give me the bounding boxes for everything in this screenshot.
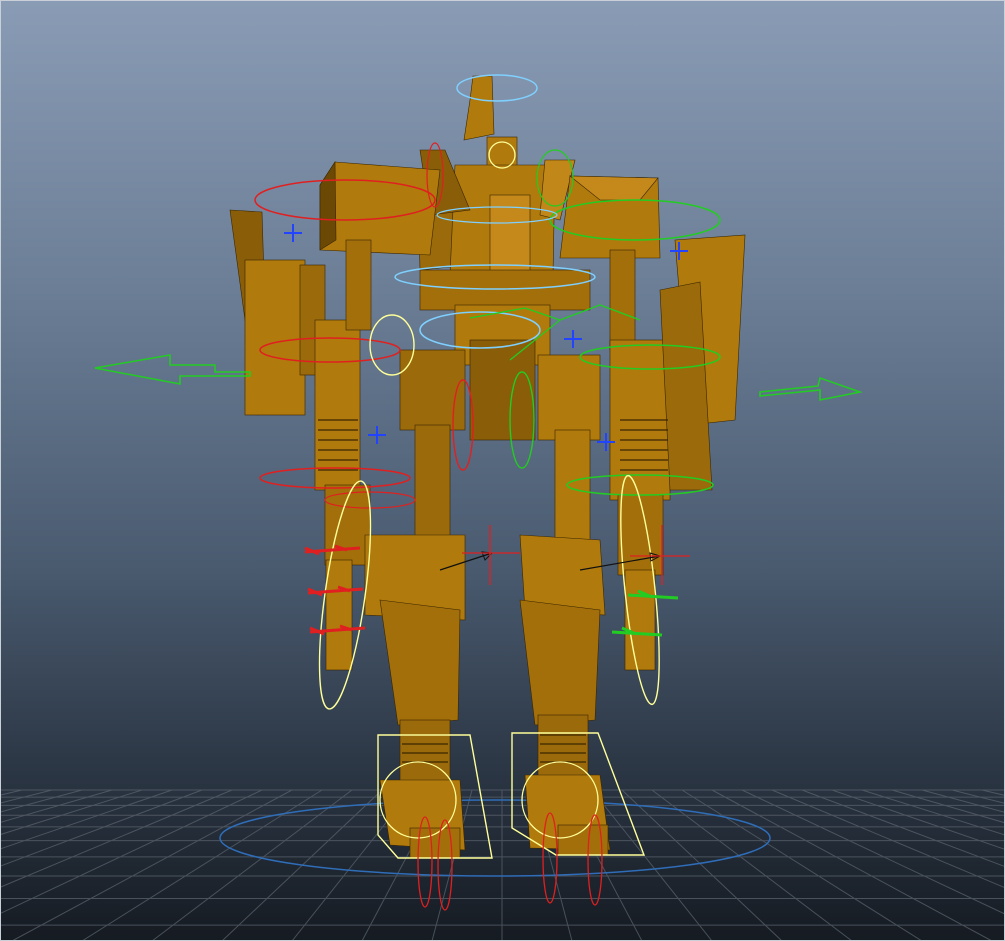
grid-line (741, 789, 1005, 915)
pelvis-right (537, 354, 601, 441)
grid-line (0, 789, 53, 804)
grid-line (951, 789, 1005, 804)
grid-line (11, 789, 293, 941)
left-hand (325, 559, 353, 671)
abdomen-upper (419, 269, 591, 311)
right-shin (519, 599, 601, 726)
grid-line (861, 789, 1005, 836)
left-forearm (314, 319, 361, 491)
shoulder-left (319, 161, 441, 256)
grid-line (681, 789, 923, 941)
right-ankle (537, 714, 589, 786)
grid-line (0, 789, 143, 836)
right-thigh (554, 429, 591, 546)
left-arm-shield-face (244, 259, 306, 416)
grid-line (801, 789, 1005, 868)
grid-line (591, 789, 713, 941)
scene-canvas[interactable] (0, 0, 1005, 941)
ground-ring-control[interactable] (219, 799, 771, 877)
left-ik-arrow-ctrl[interactable] (94, 354, 251, 385)
shoulder-left-shadow (319, 161, 337, 251)
head-antenna (463, 75, 495, 141)
left-thigh (414, 424, 451, 546)
robot-mesh[interactable] (229, 75, 746, 859)
ground-grid (0, 789, 1005, 941)
left-ankle (399, 719, 451, 791)
left-elbow-block (345, 239, 372, 331)
grid-line (891, 789, 1005, 824)
head-ctrl[interactable] (456, 74, 538, 102)
grid-line (0, 789, 113, 824)
grid-line (151, 789, 353, 941)
pelvis-center (469, 339, 536, 441)
grid-line (711, 789, 993, 941)
grid-line (0, 789, 263, 915)
maya-3d-viewport[interactable] (0, 0, 1005, 941)
right-hand (624, 569, 656, 671)
right-ik-arrow-ctrl[interactable] (759, 377, 863, 401)
right-wrist (617, 494, 664, 576)
left-shin (379, 599, 461, 726)
right-upper-arm (609, 249, 636, 351)
grid-line (0, 789, 173, 850)
grid-line (831, 789, 1005, 850)
